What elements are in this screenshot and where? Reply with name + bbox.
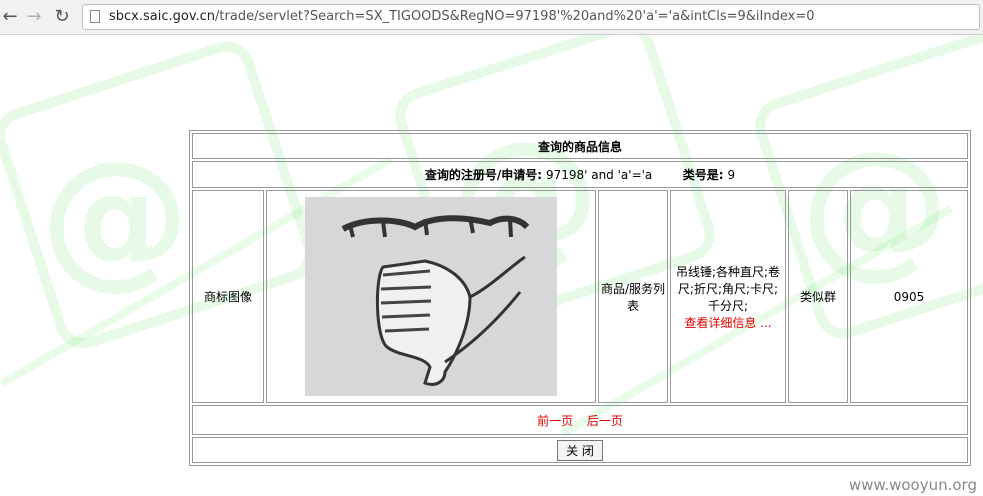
trademark-image: [305, 197, 557, 396]
reg-value: 97198' and 'a'='a: [545, 168, 653, 182]
close-button[interactable]: 关 闭: [557, 439, 603, 461]
address-bar[interactable]: sbcx.saic.gov.cn/trade/servlet?Search=SX…: [82, 4, 980, 30]
footer-watermark: www.wooyun.org: [848, 476, 977, 494]
url-text: sbcx.saic.gov.cn/trade/servlet?Search=SX…: [109, 9, 815, 24]
details-link[interactable]: 查看详细信息 ...: [672, 314, 784, 331]
goods-list-cell: 吊线锤;各种直尺;卷尺;折尺;角尺;卡尺;千分尺; 查看详细信息 ...: [670, 190, 786, 403]
class-label: 类号是:: [682, 168, 724, 182]
url-path: /trade/servlet?Search=SX_TIGOODS&RegNO=9…: [215, 9, 815, 24]
goods-info-table: 查询的商品信息 查询的注册号/申请号: 97198' and 'a'='a 类号…: [189, 130, 971, 466]
trademark-image-cell: [266, 190, 596, 403]
reg-label: 查询的注册号/申请号:: [424, 168, 543, 182]
prev-page-link[interactable]: 前一页: [537, 414, 573, 428]
table-title: 查询的商品信息: [192, 133, 968, 159]
back-arrow-icon[interactable]: ←: [0, 7, 20, 27]
image-label: 商标图像: [192, 190, 264, 403]
close-row: 关 闭: [192, 437, 968, 463]
goods-list-text: 吊线锤;各种直尺;卷尺;折尺;角尺;卡尺;千分尺;: [675, 264, 781, 313]
class-value: 9: [727, 168, 736, 182]
query-info: 查询的注册号/申请号: 97198' and 'a'='a 类号是: 9: [192, 161, 968, 188]
similar-group-label: 类似群: [788, 190, 848, 403]
pager: 前一页 后一页: [192, 405, 968, 435]
browser-toolbar: ← → ↻ sbcx.saic.gov.cn/trade/servlet?Sea…: [0, 0, 983, 35]
forward-arrow-icon[interactable]: →: [24, 7, 44, 27]
url-host: sbcx.saic.gov.cn: [109, 9, 216, 24]
next-page-link[interactable]: 后一页: [587, 414, 623, 428]
similar-group-value: 0905: [850, 190, 968, 403]
page-icon: [90, 10, 100, 23]
goods-label: 商品/服务列表: [598, 190, 668, 403]
reload-icon[interactable]: ↻: [52, 7, 72, 27]
